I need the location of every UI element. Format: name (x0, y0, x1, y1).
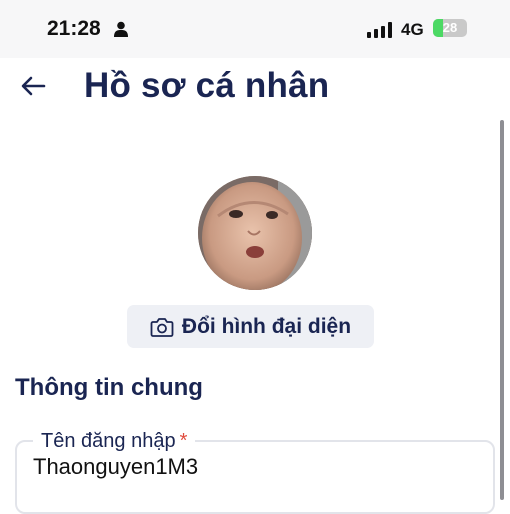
section-title: Thông tin chung (15, 374, 203, 401)
status-time: 21:28 (47, 17, 101, 40)
signal-icon (367, 22, 395, 38)
username-label-text: Tên đăng nhập (41, 430, 176, 452)
change-avatar-button[interactable]: Đổi hình đại diện (127, 305, 374, 348)
back-button[interactable] (18, 70, 50, 102)
network-type: 4G (401, 20, 424, 39)
person-icon (114, 21, 128, 42)
change-avatar-label: Đổi hình đại diện (181, 314, 352, 338)
status-bar: 21:28 4G 28 (0, 0, 510, 58)
camera-icon (150, 317, 174, 337)
avatar-photo (198, 176, 312, 290)
username-input[interactable] (33, 454, 473, 480)
scrollbar[interactable] (500, 120, 504, 500)
battery-icon: 28 (433, 19, 467, 37)
arrow-left-icon (21, 76, 46, 96)
avatar[interactable] (198, 176, 312, 290)
page-title: Hồ sơ cá nhân (84, 66, 330, 105)
username-field[interactable]: Tên đăng nhập * (15, 430, 495, 514)
required-mark: * (179, 430, 188, 452)
battery-level: 28 (442, 20, 458, 35)
username-label: Tên đăng nhập * (33, 430, 196, 453)
